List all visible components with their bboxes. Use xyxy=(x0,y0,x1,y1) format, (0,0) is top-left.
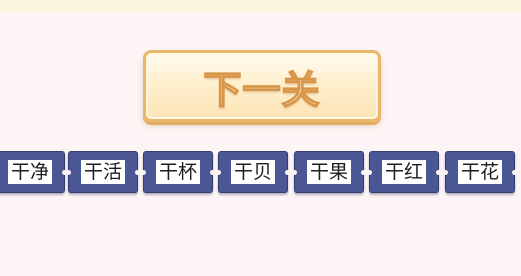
word-tile-label: 干净 xyxy=(7,160,52,184)
word-tiles-row: 干净 干活 干杯 干贝 干果 干红 干花 xyxy=(0,151,521,193)
word-tile[interactable]: 干净 xyxy=(0,151,67,193)
word-tile[interactable]: 干花 xyxy=(443,151,517,193)
word-tile[interactable]: 干果 xyxy=(292,151,366,193)
word-tile[interactable]: 干活 xyxy=(66,151,140,193)
word-tile-label: 干红 xyxy=(381,160,426,184)
word-tile[interactable]: 干贝 xyxy=(216,151,290,193)
next-level-label: 下一关 xyxy=(203,67,321,113)
word-tile-label: 干果 xyxy=(306,160,351,184)
word-tile-label: 干活 xyxy=(80,160,125,184)
next-level-button[interactable]: 下一关 xyxy=(143,50,381,122)
word-tile-label: 干花 xyxy=(457,160,502,184)
top-strip xyxy=(0,0,521,12)
word-tile-label: 干贝 xyxy=(230,160,275,184)
word-tile-label: 干杯 xyxy=(155,160,200,184)
word-tile[interactable]: 干杯 xyxy=(141,151,215,193)
word-tile[interactable]: 干红 xyxy=(367,151,441,193)
